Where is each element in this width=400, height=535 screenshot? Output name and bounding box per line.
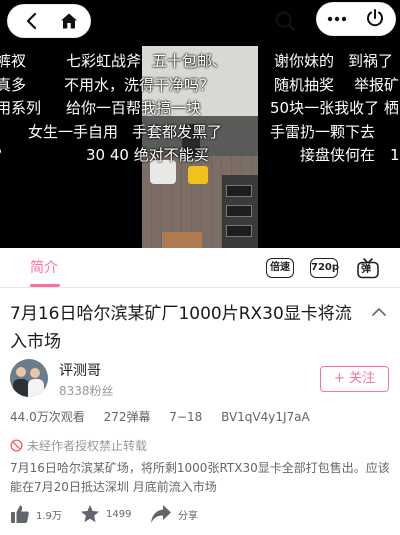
video-player[interactable]: 裤衩 七彩虹战斧 五十包邮、 谢你妹的 到祸了 真多 不用水，洗得干净吗？ 随机… — [0, 0, 400, 248]
danmaku-comment: 到祸了 — [348, 52, 394, 70]
danmaku-comment: 不用水，洗得干净吗？ — [64, 76, 215, 94]
danmaku-comment: 七彩虹战斧 — [66, 52, 142, 70]
danmaku-comment: 裤衩 — [0, 52, 27, 70]
publish-date: 7−18 — [169, 410, 203, 424]
danmaku-comment: 真多 — [0, 76, 27, 94]
playback-speed-button[interactable]: 倍速 — [266, 258, 294, 278]
video-title: 7月16日哈尔滨某矿厂1000片RX30显卡将流入市场 — [10, 304, 352, 352]
view-count: 44.0万次观看 — [10, 410, 85, 424]
like-count: 1.9万 — [36, 510, 62, 522]
share-button[interactable]: 分享 — [150, 502, 198, 526]
back-icon[interactable] — [20, 9, 44, 33]
coin-count: 1499 — [106, 508, 132, 520]
danmaku-comment: ？ — [0, 146, 9, 164]
tab-active-indicator — [30, 284, 60, 287]
danmaku-comment: 五十包邮、 — [152, 52, 228, 70]
like-button[interactable]: 1.9万 — [10, 502, 62, 526]
danmaku-count: 272弹幕 — [103, 410, 151, 424]
forbidden-icon — [10, 439, 23, 452]
danmaku-comment: 举报矿 — [354, 76, 400, 94]
uploader-name[interactable]: 评测哥 — [59, 360, 101, 380]
thumbs-up-icon — [11, 505, 29, 523]
danmaku-comment: 随机抽奖 — [274, 76, 335, 94]
quality-button[interactable]: 720p — [310, 258, 339, 278]
video-stats: 44.0万次观看 272弹幕 7−18 BV1qV4y1J7aA — [10, 408, 325, 425]
danmaku-comment: 50块一张我收了 栖 — [270, 99, 399, 117]
danmaku-comment: 女生一手自用 — [28, 123, 119, 141]
video-description: 7月16日哈尔滨某矿场，将所剩1000张RTX30显卡全部打包售出。应该能在7月… — [10, 461, 390, 494]
chevron-up-icon[interactable] — [371, 304, 387, 324]
tab-bar: 简介 倍速 720p 弹 — [0, 248, 400, 288]
search-icon[interactable] — [271, 7, 299, 35]
avatar[interactable] — [10, 359, 48, 397]
more-icon[interactable] — [325, 7, 349, 31]
home-icon[interactable] — [57, 9, 81, 33]
danmaku-comment: 手雷扔一颗下去 — [270, 123, 376, 141]
danmaku-comment: 谢你妹的 — [274, 52, 335, 70]
danmaku-comment: 30 40 绝对不能买 — [86, 146, 209, 164]
danmaku-comment: 给你一百帮我搞一块 — [66, 99, 202, 117]
danmaku-toggle-button[interactable]: 弹 — [355, 255, 381, 281]
danmaku-comment: 手套都发黑了 — [132, 123, 223, 141]
coin-button[interactable]: 1499 — [80, 502, 131, 526]
fan-count: 8338粉丝 — [59, 384, 114, 398]
danmaku-comment: 接盘侠何在 — [300, 146, 376, 164]
repost-notice: 未经作者授权禁止转载 — [10, 437, 147, 454]
action-bar: 1.9万 1499 分享 — [10, 502, 390, 528]
follow-button[interactable]: + 关注 — [320, 366, 389, 392]
danmaku-comment: 1( — [390, 146, 400, 164]
star-icon — [81, 505, 99, 523]
share-label: 分享 — [178, 510, 198, 522]
danmaku-toggle-label: 弹 — [361, 264, 371, 275]
power-icon[interactable] — [363, 6, 387, 30]
repost-notice-text: 未经作者授权禁止转载 — [27, 439, 148, 453]
tab-intro[interactable]: 简介 — [30, 257, 58, 277]
danmaku-comment: 用系列 — [0, 99, 42, 117]
bvid: BV1qV4y1J7aA — [221, 410, 310, 424]
video-frame-detail — [222, 175, 258, 248]
share-arrow-icon — [151, 505, 171, 523]
